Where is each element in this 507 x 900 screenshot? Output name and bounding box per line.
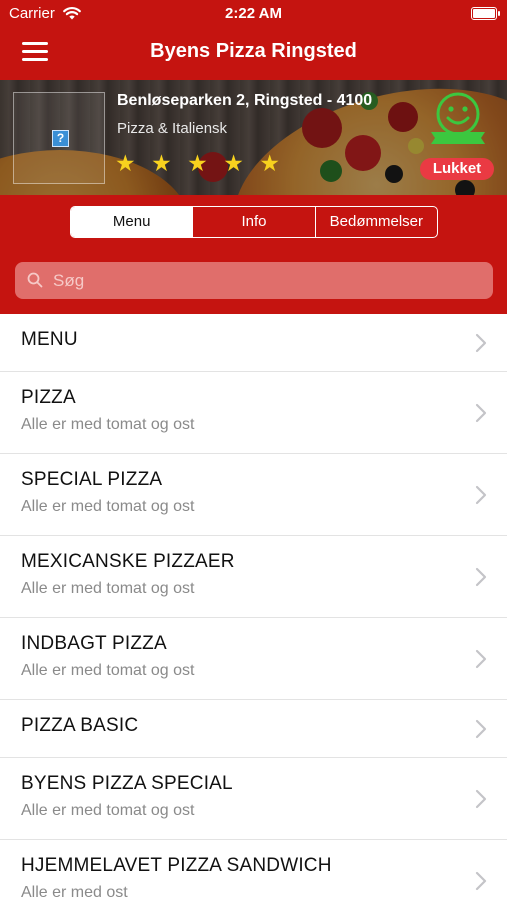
star-icon: ★ [223, 150, 244, 176]
navigation-bar: Byens Pizza Ringsted [0, 28, 507, 80]
chevron-right-icon [475, 719, 487, 739]
list-item-mexicanske-pizzaer[interactable]: MEXICANSKE PIZZAER Alle er med tomat og … [0, 536, 507, 618]
page-title: Byens Pizza Ringsted [150, 40, 357, 62]
chevron-right-icon [475, 403, 487, 423]
tab-bar-container: Menu Info Bedømmelser [0, 195, 507, 252]
search-input[interactable] [53, 262, 473, 299]
chevron-right-icon [475, 333, 487, 353]
rating-stars: ★ ★ ★ ★ ★ [115, 152, 291, 176]
list-item-title: MEXICANSKE PIZZAER [21, 551, 235, 572]
star-icon: ★ [187, 150, 208, 176]
star-icon: ★ [259, 150, 280, 176]
star-icon: ★ [115, 150, 136, 176]
menu-category-list: MENU PIZZA Alle er med tomat og ost SPEC… [0, 314, 507, 900]
search-bar [0, 252, 507, 314]
status-bar: Carrier 2:22 AM [0, 0, 507, 28]
list-item-subtitle: Alle er med tomat og ost [21, 416, 195, 433]
list-item-title: HJEMMELAVET PIZZA SANDWICH [21, 855, 332, 876]
chevron-right-icon [475, 567, 487, 587]
battery-icon [471, 7, 500, 20]
chevron-right-icon [475, 789, 487, 809]
chevron-right-icon [475, 871, 487, 891]
image-placeholder-icon: ? [52, 130, 69, 147]
search-field[interactable] [15, 262, 493, 299]
restaurant-address: Benløseparken 2, Ringsted - 4100 [117, 92, 373, 109]
list-item-pizza-basic[interactable]: PIZZA BASIC [0, 700, 507, 758]
search-icon [27, 272, 43, 288]
star-icon: ★ [151, 150, 172, 176]
list-item-title: INDBAGT PIZZA [21, 633, 167, 654]
list-item-title: SPECIAL PIZZA [21, 469, 163, 490]
list-item-special-pizza[interactable]: SPECIAL PIZZA Alle er med tomat og ost [0, 454, 507, 536]
clock: 2:22 AM [225, 5, 282, 22]
list-item-title: MENU [21, 329, 78, 350]
restaurant-banner: ? Benløseparken 2, Ringsted - 4100 Pizza… [0, 80, 507, 195]
restaurant-logo-placeholder: ? [13, 92, 105, 184]
segmented-control: Menu Info Bedømmelser [70, 206, 438, 238]
list-item-byens-pizza-special[interactable]: BYENS PIZZA SPECIAL Alle er med tomat og… [0, 758, 507, 840]
smiley-icon [431, 92, 485, 144]
list-item-subtitle: Alle er med tomat og ost [21, 498, 195, 515]
list-item-menu[interactable]: MENU [0, 314, 507, 372]
chevron-right-icon [475, 485, 487, 505]
restaurant-cuisine: Pizza & Italiensk [117, 120, 228, 137]
list-item-hjemmelavet-pizza-sandwich[interactable]: HJEMMELAVET PIZZA SANDWICH Alle er med o… [0, 840, 507, 900]
list-item-title: PIZZA [21, 387, 76, 408]
list-item-title: PIZZA BASIC [21, 715, 139, 736]
list-item-subtitle: Alle er med tomat og ost [21, 802, 195, 819]
list-item-title: BYENS PIZZA SPECIAL [21, 773, 233, 794]
tab-ratings[interactable]: Bedømmelser [316, 207, 437, 237]
list-item-pizza[interactable]: PIZZA Alle er med tomat og ost [0, 372, 507, 454]
tab-menu[interactable]: Menu [71, 207, 194, 237]
status-badge: Lukket [420, 158, 494, 180]
list-item-subtitle: Alle er med ost [21, 884, 128, 900]
list-item-indbagt-pizza[interactable]: INDBAGT PIZZA Alle er med tomat og ost [0, 618, 507, 700]
chevron-right-icon [475, 649, 487, 669]
tab-info[interactable]: Info [193, 207, 316, 237]
list-item-subtitle: Alle er med tomat og ost [21, 662, 195, 679]
list-item-subtitle: Alle er med tomat og ost [21, 580, 195, 597]
